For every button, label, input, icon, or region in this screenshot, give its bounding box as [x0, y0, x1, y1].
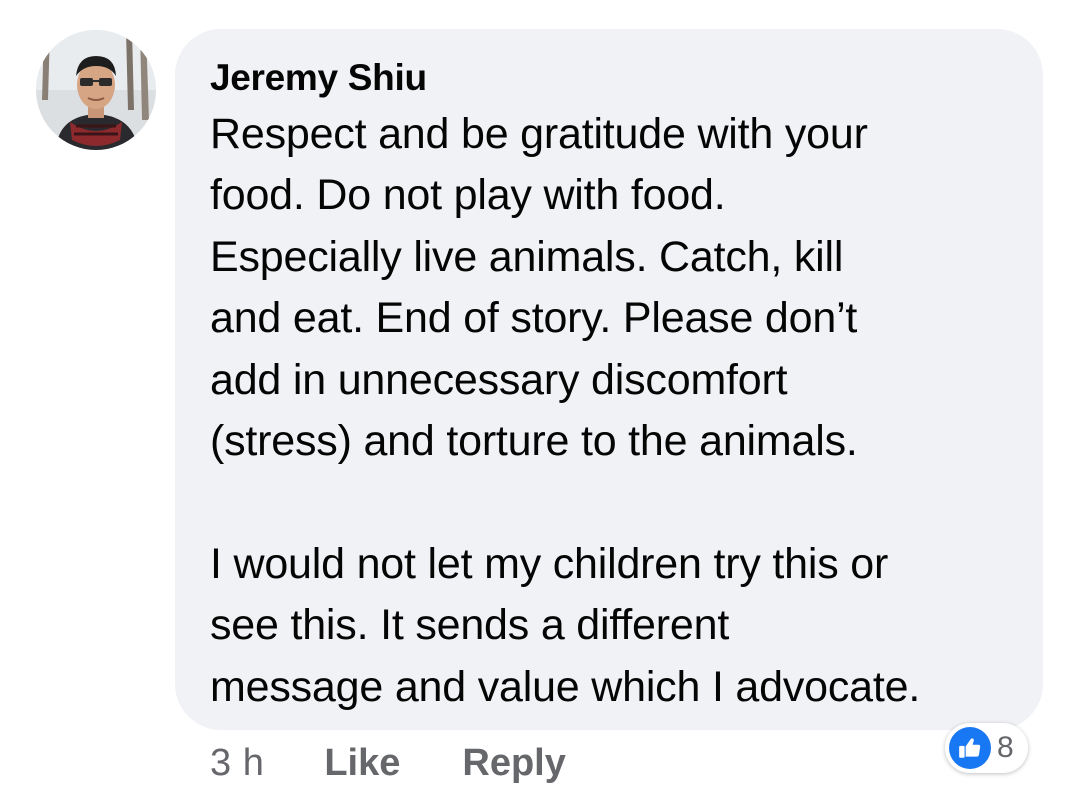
comment-container: Jeremy Shiu Respect and be gratitude wit… — [0, 0, 1079, 806]
avatar[interactable] — [36, 30, 156, 150]
comment-timestamp[interactable]: 3 h — [210, 742, 264, 785]
comment-line: food. Do not play with food. — [210, 171, 726, 220]
profile-photo — [36, 30, 156, 150]
comment-line: see this. It sends a different — [210, 601, 730, 650]
reaction-count: 8 — [997, 731, 1014, 764]
comment-paragraph: Respect and be gratitude with your food.… — [210, 104, 1020, 472]
comment-line: I would not let my children try this or — [210, 539, 889, 588]
comment-line: Especially live animals. Catch, kill — [210, 232, 844, 281]
thumbs-up-icon — [949, 727, 991, 769]
comment-line: message and value which I advocate. — [210, 662, 921, 711]
reaction-summary[interactable]: 8 — [945, 723, 1028, 773]
comment-actions: 3 h Like Reply — [210, 738, 566, 788]
like-button[interactable]: Like — [324, 742, 400, 785]
comment-paragraph: I would not let my children try this or … — [210, 534, 1020, 718]
reply-button[interactable]: Reply — [462, 742, 565, 785]
comment-line: (stress) and torture to the animals. — [210, 417, 858, 466]
comment-text: Respect and be gratitude with your food.… — [210, 104, 1020, 718]
comment-author[interactable]: Jeremy Shiu — [210, 56, 427, 100]
comment-line: add in unnecessary discomfort — [210, 355, 788, 404]
comment-line: Respect and be gratitude with your — [210, 110, 868, 158]
comment-line: and eat. End of story. Please don’t — [210, 294, 858, 343]
